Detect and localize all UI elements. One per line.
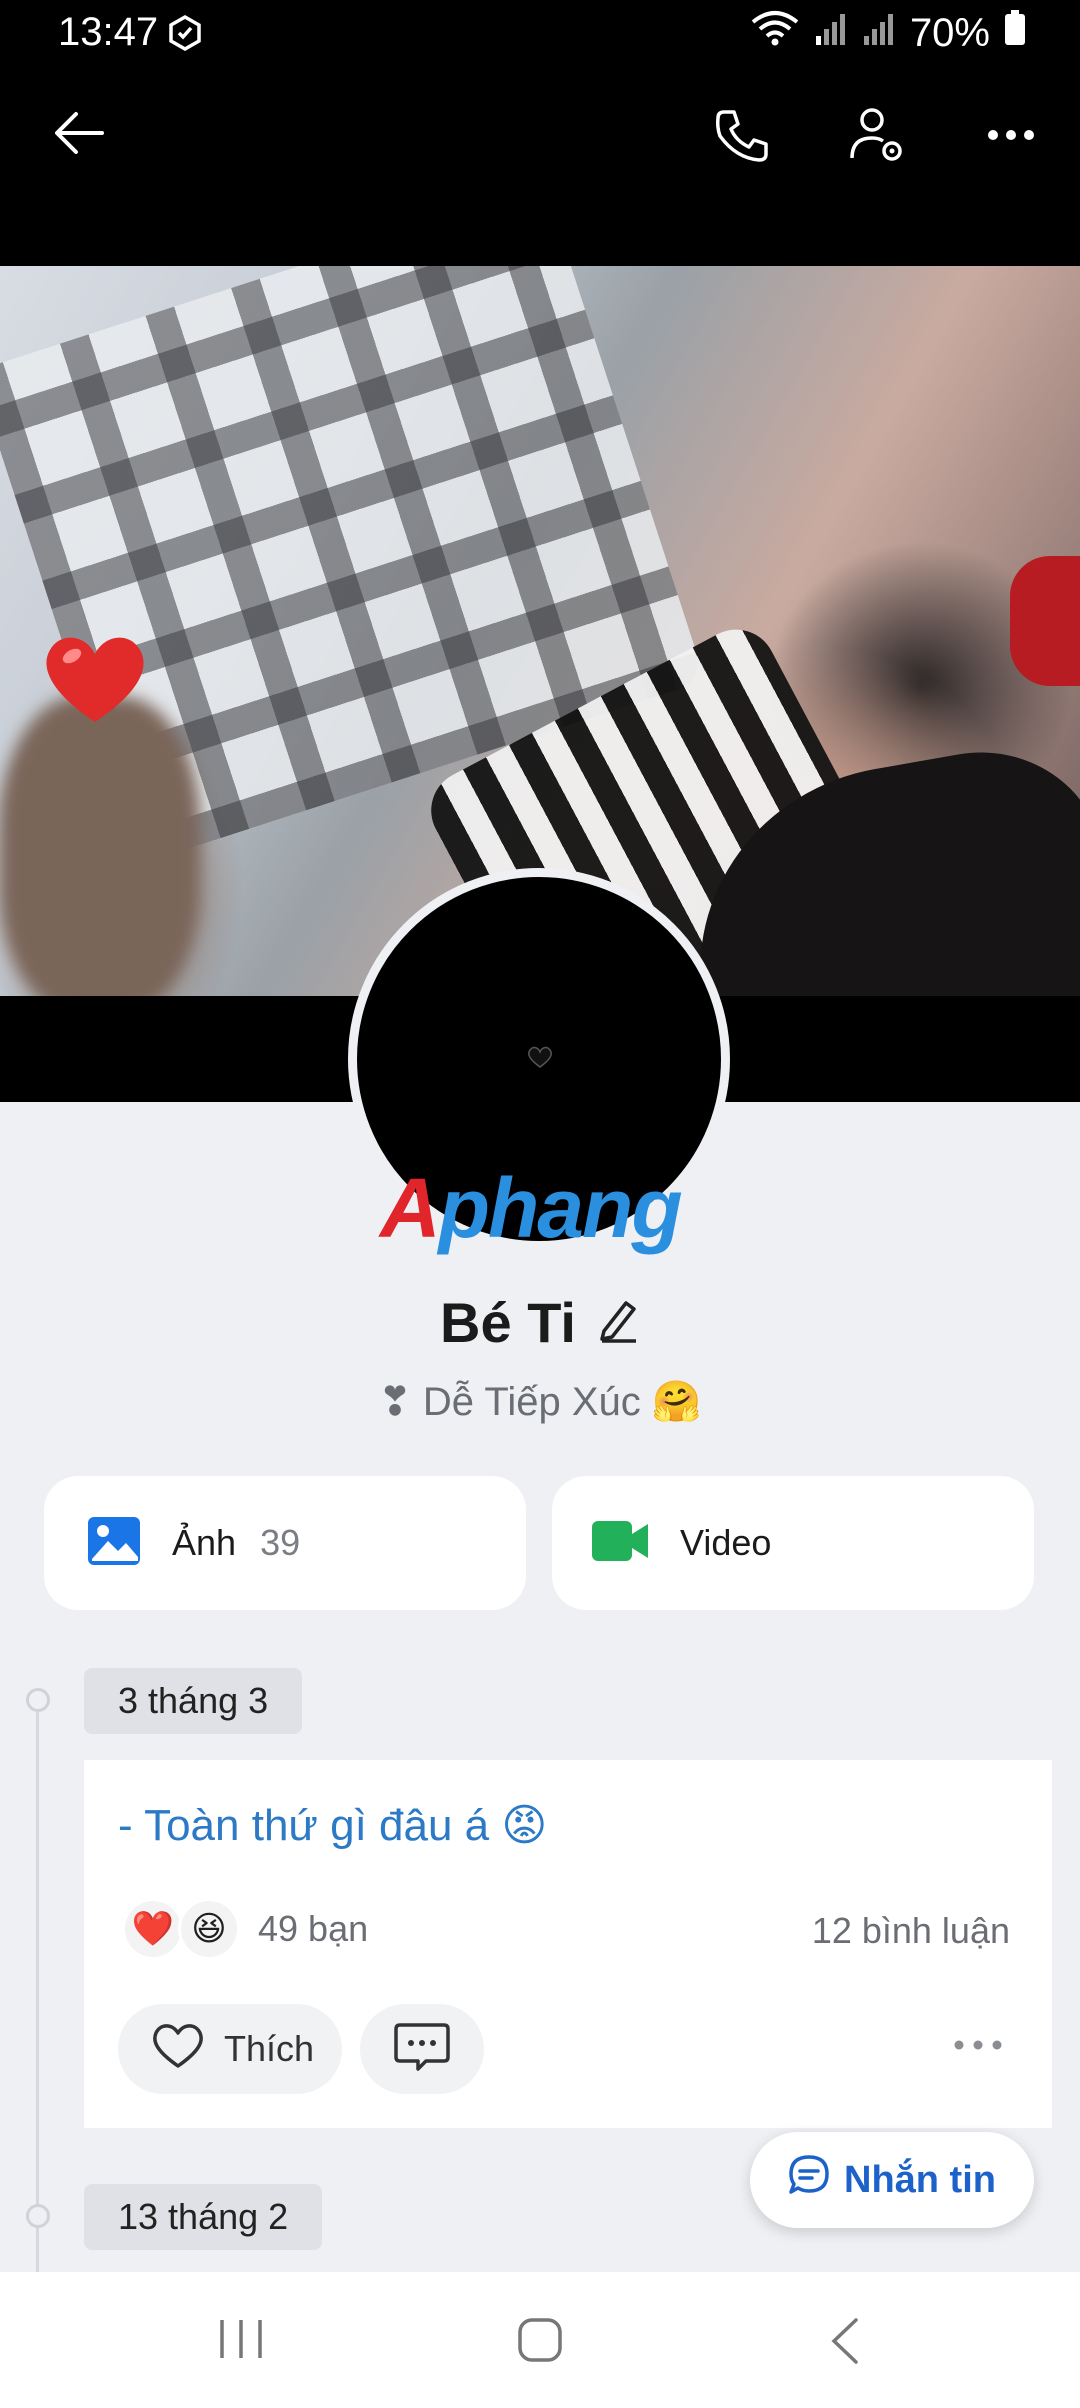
timeline-date: 3 tháng 3 — [84, 1668, 303, 1734]
top-action-bar — [0, 66, 1080, 271]
user-settings-icon[interactable] — [848, 106, 908, 171]
timeline-post[interactable]: - Toàn thứ gì đâu á 😡 ❤️ 😆 49 bạn 12 bìn… — [84, 1760, 1052, 2128]
cover-photo-lips — [1010, 556, 1080, 686]
heart-sticker-icon — [46, 637, 144, 722]
back-arrow-icon[interactable] — [52, 106, 106, 165]
system-navigation-bar — [0, 2272, 1080, 2408]
watermark-logo: Aphang — [380, 1161, 683, 1255]
reaction-heart: ❤️ — [122, 1898, 184, 1960]
signal-icon-2 — [862, 11, 896, 56]
wifi-icon — [750, 10, 800, 56]
timeline-date: 13 tháng 2 — [84, 2184, 323, 2250]
image-icon — [86, 1515, 142, 1572]
message-button[interactable]: Nhắn tin — [750, 2132, 1034, 2228]
status-time: 13:47 — [58, 10, 159, 54]
photos-label: Ảnh — [172, 1522, 237, 1563]
reaction-summary[interactable]: ❤️ 😆 49 bạn — [122, 1898, 368, 1960]
reaction-count: 49 bạn — [258, 1908, 369, 1949]
videos-card[interactable]: Video — [552, 1476, 1034, 1610]
edit-pencil-icon[interactable] — [596, 1297, 640, 1348]
phone-icon[interactable] — [712, 106, 772, 171]
post-more-icon[interactable] — [952, 2038, 1004, 2057]
battery-percent: 70% — [909, 10, 990, 55]
black-heart-icon — [528, 1046, 552, 1068]
timeline-line — [36, 1700, 39, 2280]
timeline-dot — [26, 2204, 50, 2228]
photos-count: 39 — [260, 1522, 301, 1563]
notification-app-icon — [166, 14, 204, 57]
video-label: Video — [680, 1522, 772, 1563]
profile-status: ❣ Dễ Tiếp Xúc 🤗 — [378, 1380, 702, 1424]
heart-outline-icon — [150, 2020, 206, 2079]
recent-apps-icon[interactable] — [216, 2316, 266, 2367]
back-nav-icon[interactable] — [826, 2316, 862, 2371]
cover-photo-blurred-area — [0, 696, 200, 1000]
comment-icon — [394, 2021, 450, 2078]
status-bar: 13:47 70% — [0, 0, 1080, 66]
reaction-laugh: 😆 — [178, 1898, 240, 1960]
chat-bubble-icon — [788, 2154, 830, 2206]
video-camera-icon — [590, 1518, 650, 1569]
profile-name-row: Bé Ti — [0, 1290, 1080, 1355]
photos-card[interactable]: Ảnh 39 — [44, 1476, 526, 1610]
timeline-dot — [26, 1688, 50, 1712]
battery-icon — [1004, 10, 1026, 56]
comment-count[interactable]: 12 bình luận — [812, 1910, 1010, 1952]
signal-icon — [814, 11, 848, 56]
post-text: - Toàn thứ gì đâu á 😡 — [118, 1801, 548, 1850]
like-label: Thích — [224, 2028, 315, 2069]
profile-name: Bé Ti — [440, 1291, 576, 1354]
comment-button[interactable] — [360, 2004, 484, 2094]
home-icon[interactable] — [516, 2316, 564, 2369]
message-label: Nhắn tin — [844, 2158, 996, 2201]
more-icon[interactable] — [986, 128, 1036, 147]
like-button[interactable]: Thích — [118, 2004, 342, 2094]
